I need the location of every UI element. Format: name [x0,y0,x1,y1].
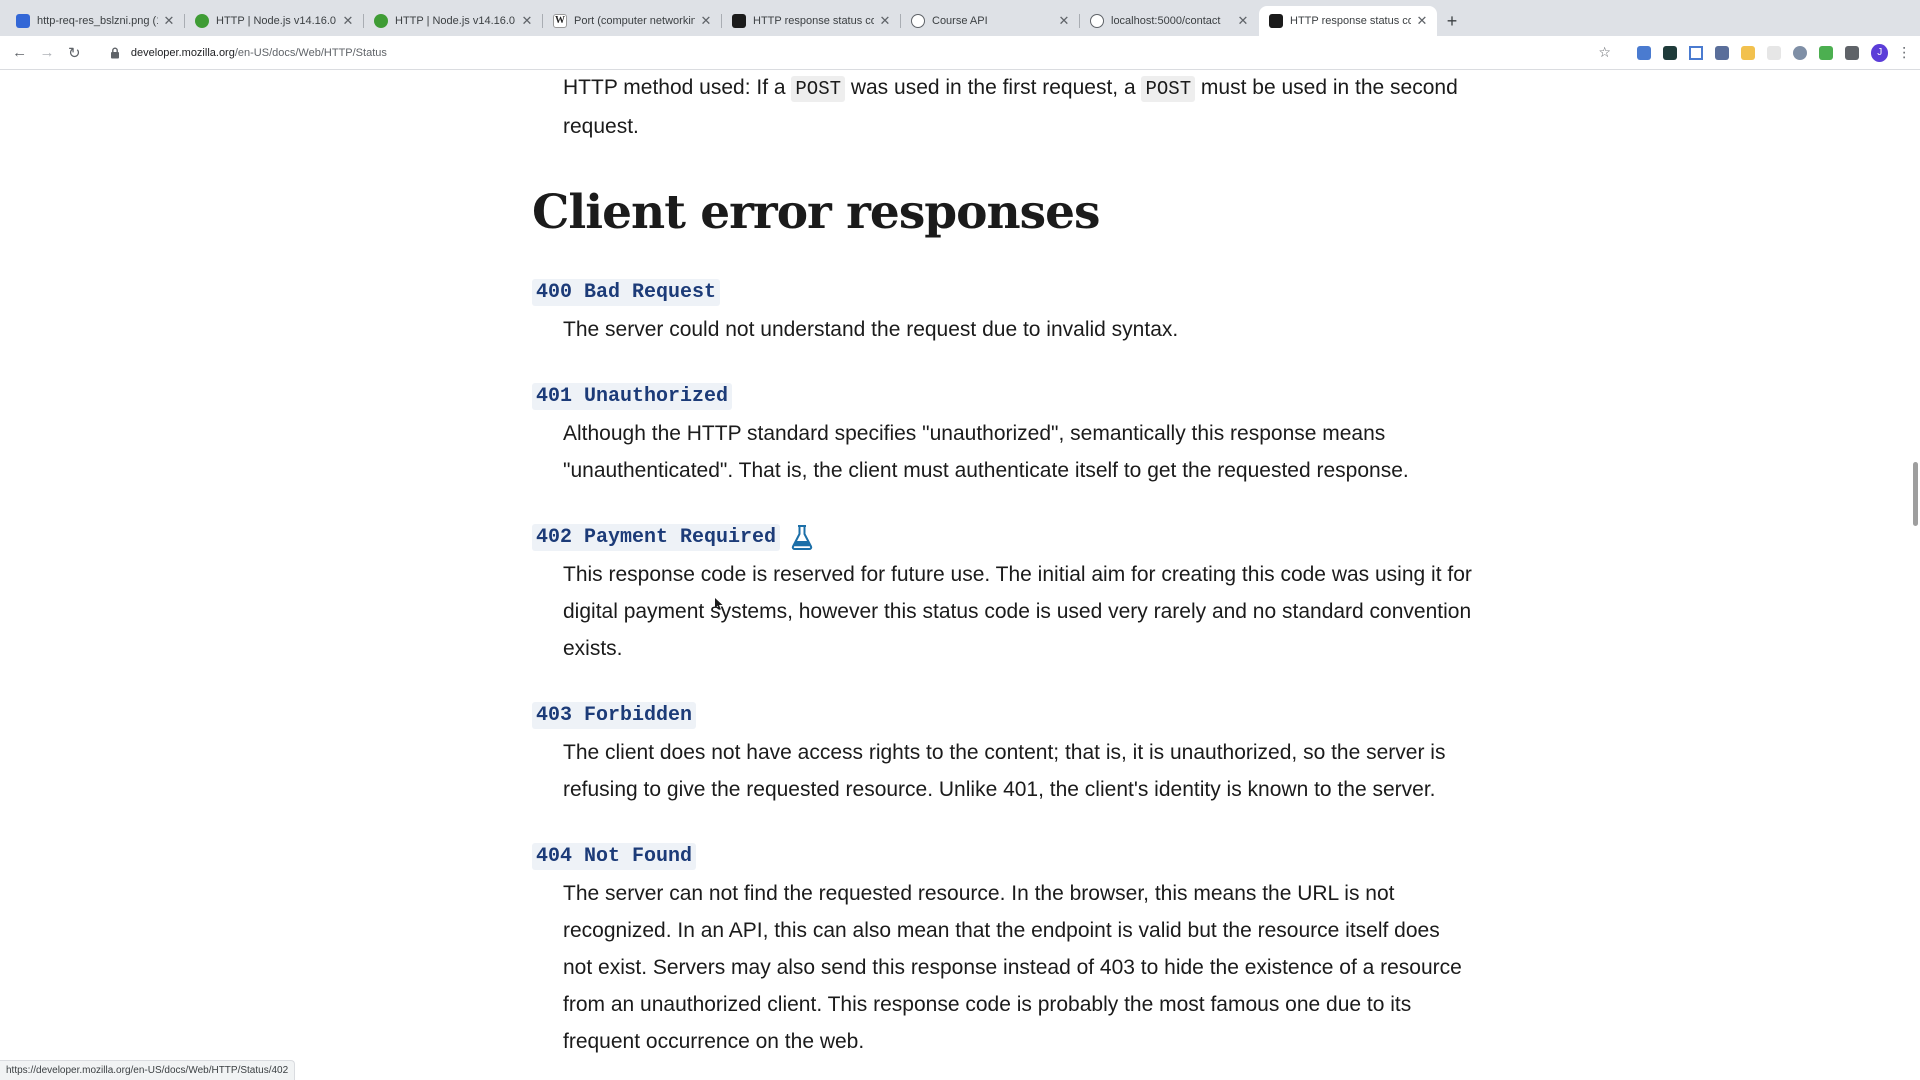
globe-icon [911,14,925,28]
close-icon[interactable]: ✕ [341,13,355,29]
tab-title: HTTP | Node.js v14.16.0 Docu [395,15,516,27]
status-description: The client does not have access rights t… [563,741,1446,801]
browser-tab-active[interactable]: HTTP response status codes - ✕ [1259,6,1437,36]
tab-strip: http-req-res_bslzni.png (1998 ✕ HTTP | N… [0,0,1920,36]
experimental-flask-icon[interactable] [790,524,814,550]
extension-icon[interactable] [1714,45,1729,60]
browser-tab[interactable]: localhost:5000/contact ✕ [1079,6,1258,36]
inline-code: POST [791,76,845,102]
extension-icon[interactable] [1818,45,1833,60]
close-icon[interactable]: ✕ [1057,13,1071,29]
close-icon[interactable]: ✕ [878,13,892,29]
extension-icon[interactable] [1792,45,1807,60]
status-entry: 402 Payment Required This response code … [532,522,1472,667]
reload-icon[interactable]: ↻ [63,41,86,65]
back-arrow-icon[interactable]: ← [8,41,31,65]
tab-title: http-req-res_bslzni.png (1998 [37,15,158,27]
close-icon[interactable]: ✕ [520,13,534,29]
nodejs-icon [195,14,209,28]
tab-title: Port (computer networking) - [574,15,695,27]
forward-arrow-icon[interactable]: → [35,41,58,65]
close-icon[interactable]: ✕ [162,13,176,29]
intro-paragraph: HTTP method used: If a POST was used in … [532,70,1472,145]
status-description: Although the HTTP standard specifies "un… [563,422,1409,482]
status-entry: 401 Unauthorized Although the HTTP stand… [532,381,1472,489]
browser-tab[interactable]: HTTP | Node.js v14.16.0 Docu ✕ [363,6,542,36]
status-description: This response code is reserved for futur… [563,563,1472,660]
browser-tab[interactable]: HTTP | Node.js v14.16.0 Docu ✕ [184,6,363,36]
status-entry: 403 Forbidden The client does not have a… [532,700,1472,808]
tab-title: HTTP response status codes - [1290,15,1411,27]
extension-icon[interactable] [1662,45,1677,60]
close-icon[interactable]: ✕ [1236,13,1250,29]
url-host: developer.mozilla.org [130,46,235,59]
tab-title: HTTP response status codes - [753,15,874,27]
tab-title: HTTP | Node.js v14.16.0 Docu [216,15,337,27]
tab-title: Course API [932,15,988,27]
link-status-bar: https://developer.mozilla.org/en-US/docs… [0,1060,296,1080]
tab-title: localhost:5000/contact [1111,15,1221,27]
intro-text: HTTP method used: If a [563,76,792,99]
extensions-bar [1631,45,1865,60]
address-bar[interactable]: developer.mozilla.org/en-US/docs/Web/HTT… [100,40,1621,66]
globe-icon [1090,14,1104,28]
status-description: The server can not find the requested re… [563,882,1462,1053]
extension-icon[interactable] [1740,45,1755,60]
inline-code: POST [1141,76,1196,102]
page-viewport: HTTP method used: If a POST was used in … [0,70,1920,1080]
status-entry: 400 Bad Request The server could not und… [532,277,1472,348]
status-code-link[interactable]: 403 Forbidden [532,701,697,729]
section-heading: Client error responses [532,185,1101,240]
puzzle-icon[interactable] [1844,45,1859,60]
wikipedia-icon: W [553,14,567,28]
status-description: The server could not understand the requ… [563,318,1179,341]
menu-dots-icon[interactable]: ⋮ [1896,44,1912,61]
new-tab-button[interactable]: + [1438,6,1466,36]
nodejs-icon [374,14,388,28]
extension-icon[interactable] [1766,45,1781,60]
browser-tab[interactable]: http-req-res_bslzni.png (1998 ✕ [6,6,184,36]
bookmark-star-icon[interactable]: ☆ [1598,44,1611,61]
article: HTTP method used: If a POST was used in … [532,70,1472,1060]
status-code-link[interactable]: 402 Payment Required [532,523,781,551]
close-icon[interactable]: ✕ [1415,13,1429,29]
status-code-link[interactable]: 404 Not Found [532,842,697,870]
browser-tab[interactable]: Course API ✕ [900,6,1079,36]
status-code-link[interactable]: 401 Unauthorized [532,382,733,410]
status-code-link[interactable]: 400 Bad Request [532,278,721,306]
status-entry: 404 Not Found The server can not find th… [532,841,1472,1060]
extension-icon[interactable] [1688,45,1703,60]
close-icon[interactable]: ✕ [699,13,713,29]
url-path: /en-US/docs/Web/HTTP/Status [234,46,387,59]
scrollbar-thumb[interactable] [1913,462,1918,526]
browser-tab[interactable]: W Port (computer networking) - ✕ [542,6,721,36]
avatar[interactable]: J [1870,43,1889,62]
lock-icon [110,47,122,59]
browser-toolbar: ← → ↻ developer.mozilla.org/en-US/docs/W… [0,36,1920,70]
mdn-icon [732,14,746,28]
browser-tab[interactable]: HTTP response status codes - ✕ [721,6,900,36]
mdn-icon [1269,14,1283,28]
scrollbar[interactable] [1910,70,1920,1080]
mouse-cursor-icon [715,598,723,610]
extension-icon[interactable] [1636,45,1651,60]
image-icon [16,14,30,28]
intro-text: was used in the first request, a [845,76,1142,99]
